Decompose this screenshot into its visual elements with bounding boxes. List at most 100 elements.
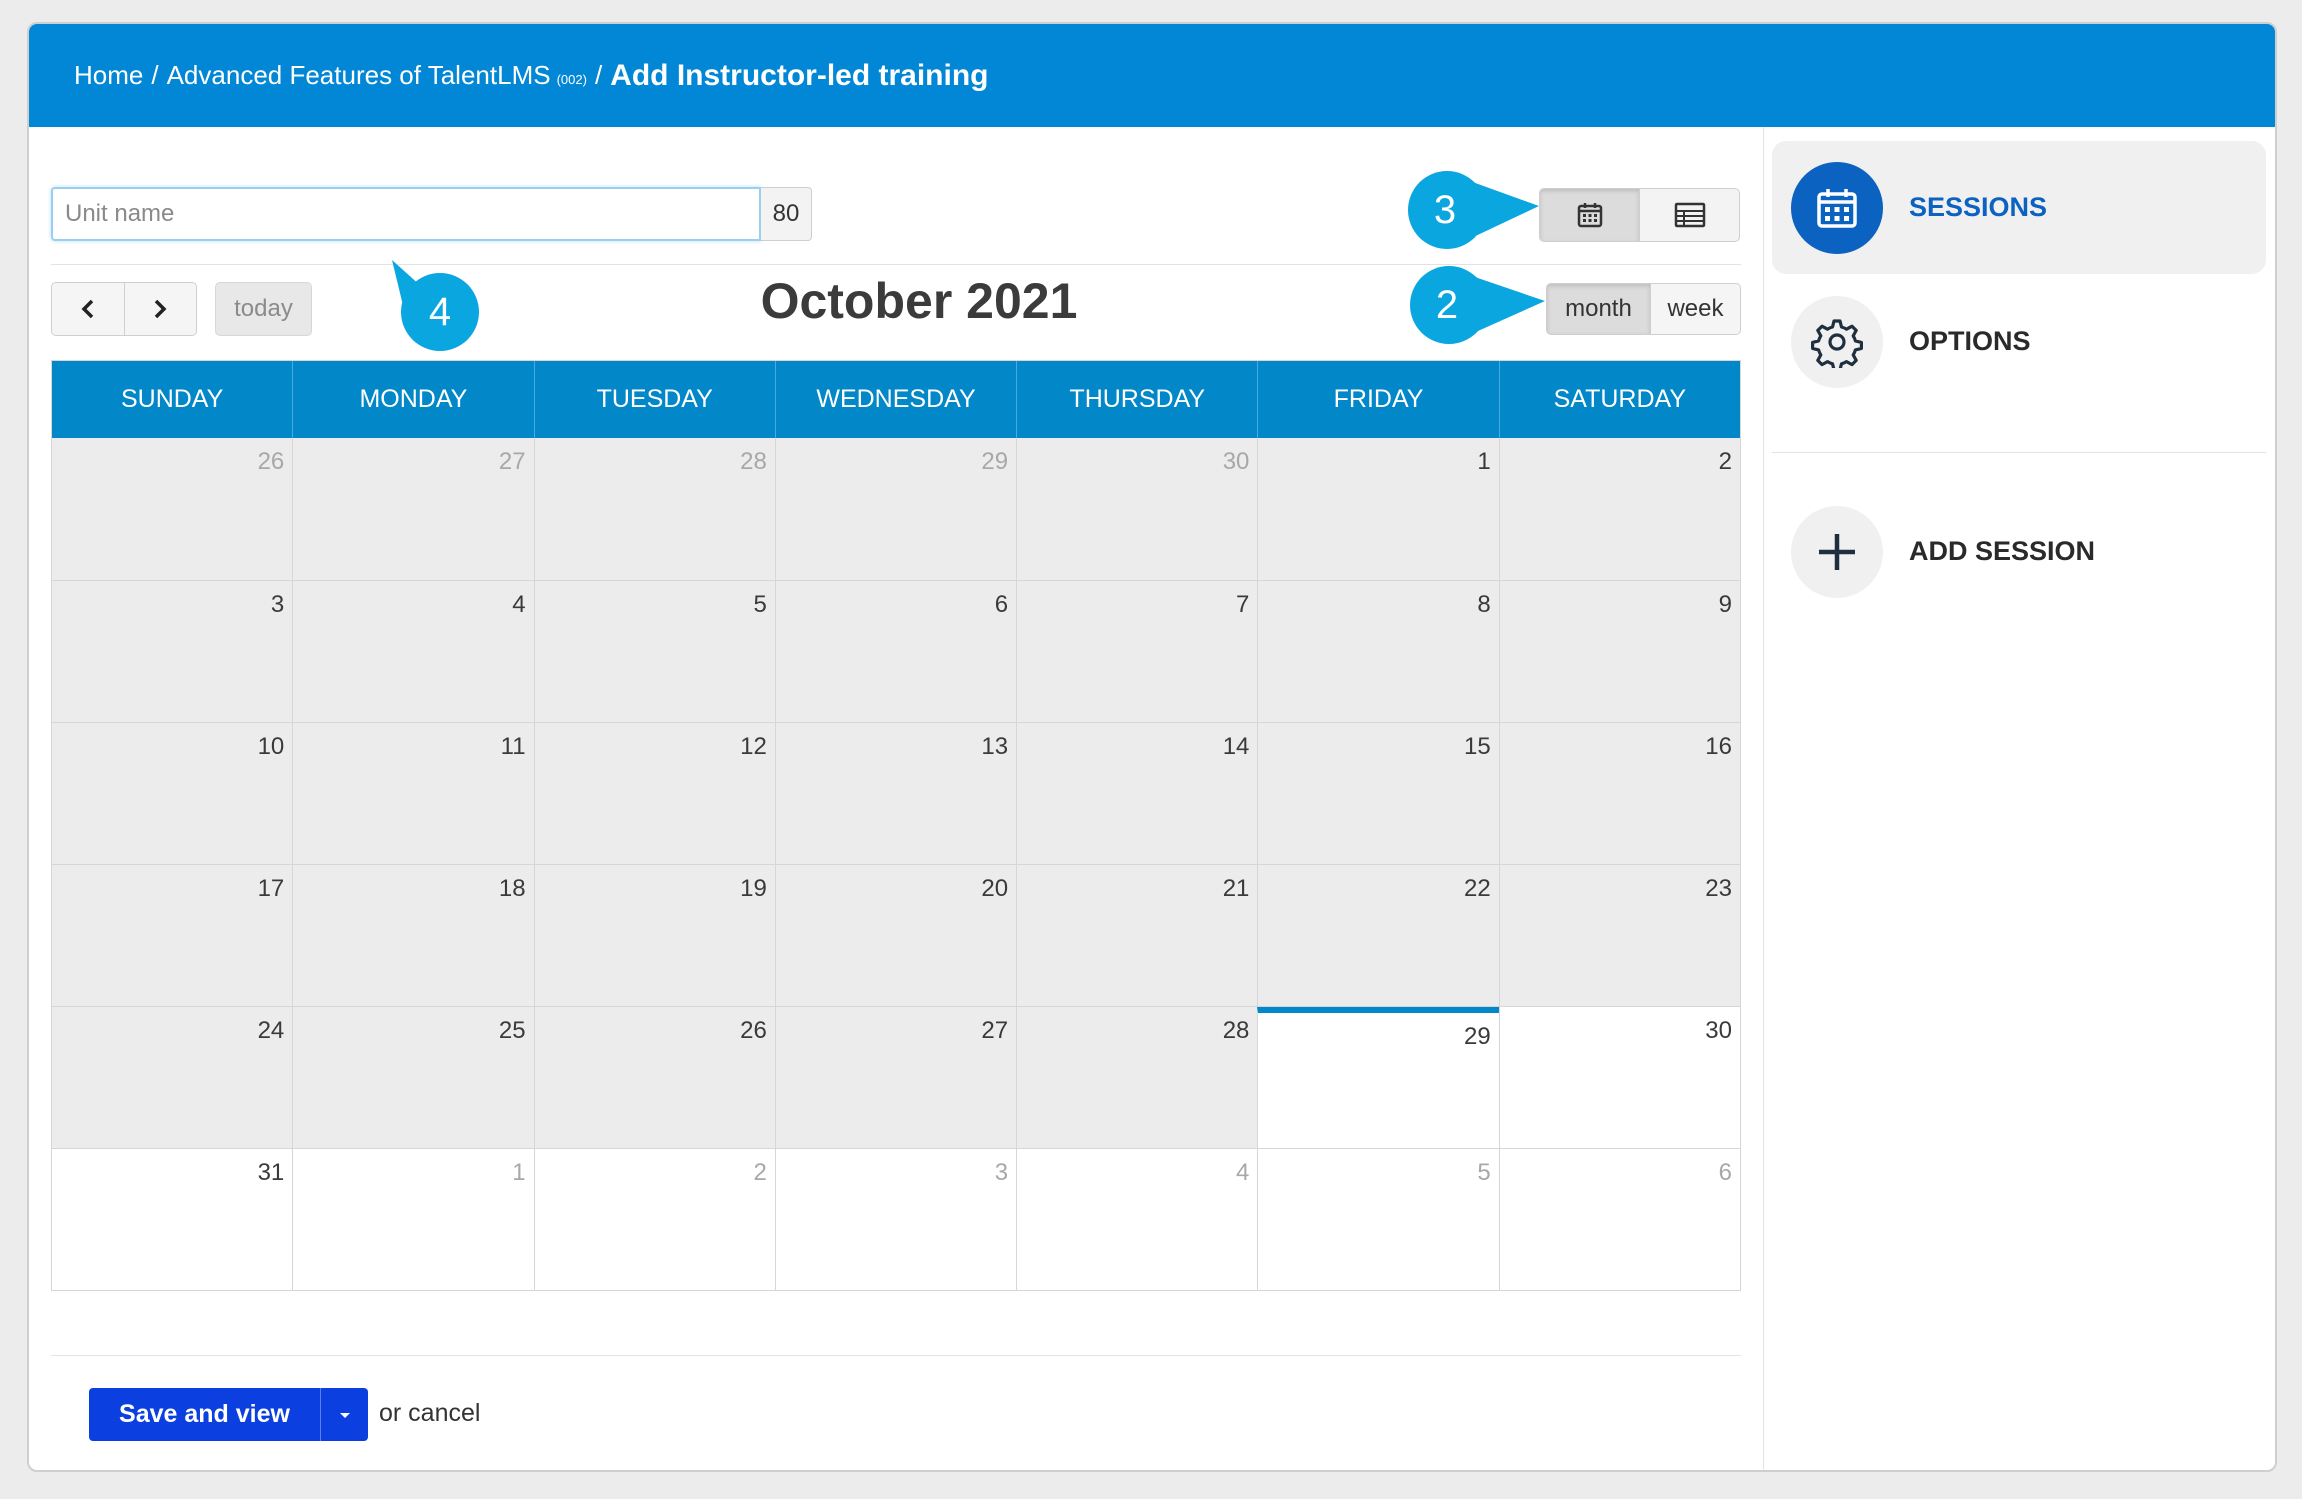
save-options-dropdown[interactable]: [320, 1388, 368, 1441]
breadcrumb-home[interactable]: Home: [74, 60, 143, 91]
sidebar-item-sessions[interactable]: SESSIONS: [1772, 141, 2266, 274]
cancel-link[interactable]: or cancel: [379, 1399, 480, 1428]
gear-icon: [1811, 318, 1863, 368]
sidebar-item-label: OPTIONS: [1909, 326, 2031, 356]
calendar-day-cell[interactable]: 2: [533, 1149, 775, 1290]
calendar-day-cell-today[interactable]: 29: [1257, 1007, 1499, 1148]
day-number: 13: [981, 733, 1009, 760]
calendar-day-cell[interactable]: 22: [1257, 865, 1499, 1006]
calendar-day-cell[interactable]: 20: [774, 865, 1017, 1006]
calendar-day-cell[interactable]: 1: [292, 1149, 534, 1290]
day-header: TUESDAY: [533, 361, 775, 438]
calendar-day-cell[interactable]: 19: [533, 865, 775, 1006]
calendar-day-cell[interactable]: 30: [1498, 1007, 1740, 1148]
today-button[interactable]: today: [215, 282, 312, 336]
day-number: 16: [1705, 733, 1732, 760]
calendar-week-row: 10 11 12 13 14 15 16: [52, 722, 1740, 864]
calendar-day-cell[interactable]: 7: [1016, 581, 1258, 722]
day-number: 12: [740, 733, 767, 760]
calendar-day-cell[interactable]: 2: [1498, 438, 1740, 580]
day-number: 23: [1705, 875, 1732, 902]
divider: [1772, 452, 2266, 453]
day-number: 11: [500, 733, 526, 760]
plus-icon: [1819, 533, 1855, 570]
calendar-day-cell[interactable]: 14: [1016, 723, 1258, 864]
calendar-day-cell[interactable]: 6: [774, 581, 1017, 722]
annotation-number: 4: [428, 289, 452, 334]
day-header: MONDAY: [292, 361, 533, 438]
day-header: SATURDAY: [1498, 361, 1740, 438]
calendar-day-cell[interactable]: 24: [52, 1007, 293, 1148]
calendar-day-cell[interactable]: 4: [1016, 1149, 1258, 1290]
next-month-button[interactable]: [123, 283, 197, 335]
sidebar: SESSIONS OPTIONS ADD SESSION: [1763, 127, 2275, 1470]
day-number: 30: [1222, 448, 1250, 475]
calendar-day-cell[interactable]: 5: [533, 581, 775, 722]
day-number: 4: [1236, 1159, 1250, 1186]
breadcrumb-course-label: Advanced Features of TalentLMS: [166, 60, 551, 90]
calendar-day-cell[interactable]: 17: [52, 865, 293, 1006]
day-number: 3: [270, 591, 285, 618]
calendar-day-cell[interactable]: 18: [292, 865, 534, 1006]
day-number: 21: [1222, 875, 1250, 902]
day-number: 1: [512, 1159, 526, 1186]
calendar-day-cell[interactable]: 6: [1498, 1149, 1740, 1290]
day-number: 22: [1463, 875, 1491, 902]
calendar-day-cell[interactable]: 25: [292, 1007, 534, 1148]
calendar-day-cell[interactable]: 26: [52, 438, 293, 580]
add-session-icon-circle: [1791, 505, 1883, 598]
calendar-day-cell[interactable]: 29: [774, 438, 1017, 580]
day-number: 18: [498, 875, 526, 902]
day-number: 19: [740, 875, 767, 902]
breadcrumb-separator: /: [151, 60, 159, 90]
prev-month-button[interactable]: [52, 283, 124, 335]
calendar-day-cell[interactable]: 30: [1016, 438, 1258, 580]
annotation-number: 3: [1433, 187, 1457, 232]
day-number: 2: [1718, 448, 1732, 475]
save-and-view-button[interactable]: Save and view: [89, 1388, 320, 1441]
day-header: SUNDAY: [120, 385, 224, 413]
calendar-day-cell[interactable]: 28: [533, 438, 775, 580]
calendar-day-cell[interactable]: 11: [292, 723, 534, 864]
calendar-week-row: 31 1 2 3 4 5 6: [52, 1148, 1740, 1290]
calendar-day-cell[interactable]: 9: [1498, 581, 1740, 722]
calendar-icon: [1817, 188, 1857, 228]
day-header: WEDNESDAY: [774, 361, 1016, 438]
calendar-day-cell[interactable]: 27: [774, 1007, 1017, 1148]
calendar-nav: [51, 282, 197, 336]
sidebar-item-add-session[interactable]: ADD SESSION: [1772, 485, 2266, 618]
calendar-day-cell[interactable]: 10: [52, 723, 293, 864]
calendar-day-cell[interactable]: 3: [52, 581, 293, 722]
breadcrumb-course[interactable]: Advanced Features of TalentLMS (002): [167, 60, 587, 91]
calendar-day-cell[interactable]: 4: [292, 581, 534, 722]
calendar-day-cell[interactable]: 12: [533, 723, 775, 864]
day-number: 7: [1236, 591, 1250, 618]
calendar-title: October 2021: [760, 273, 1078, 329]
annotation-badge-4: 4: [362, 232, 512, 362]
chevron-left-icon: [81, 299, 93, 319]
calendar-day-cell[interactable]: 8: [1257, 581, 1499, 722]
sidebar-item-options[interactable]: OPTIONS: [1772, 275, 2266, 408]
calendar-day-cell[interactable]: 15: [1257, 723, 1499, 864]
calendar-day-cell[interactable]: 31: [52, 1149, 293, 1290]
month-view-button[interactable]: month: [1547, 284, 1650, 334]
caret-down-icon: [339, 1412, 350, 1418]
table-view-button[interactable]: [1639, 189, 1739, 241]
calendar-day-cell[interactable]: 26: [533, 1007, 775, 1148]
day-number: 28: [1222, 1017, 1250, 1044]
day-number: 8: [1477, 591, 1491, 618]
calendar-day-cell[interactable]: 1: [1257, 438, 1499, 580]
calendar-day-cell[interactable]: 16: [1498, 723, 1740, 864]
calendar-day-cell[interactable]: 5: [1257, 1149, 1499, 1290]
day-number: 1: [1477, 448, 1491, 475]
calendar-day-cell[interactable]: 3: [774, 1149, 1017, 1290]
week-view-button[interactable]: week: [1649, 284, 1740, 334]
day-number: 14: [1222, 733, 1250, 760]
calendar-day-cell[interactable]: 13: [774, 723, 1017, 864]
calendar-day-cell[interactable]: 27: [292, 438, 534, 580]
calendar-week-row: 26 27 28 29 30 1 2: [52, 438, 1740, 580]
calendar-day-cell[interactable]: 23: [1498, 865, 1740, 1006]
calendar-day-cell[interactable]: 21: [1016, 865, 1258, 1006]
save-and-view-split-button: Save and view: [89, 1388, 368, 1441]
calendar-day-cell[interactable]: 28: [1016, 1007, 1258, 1148]
